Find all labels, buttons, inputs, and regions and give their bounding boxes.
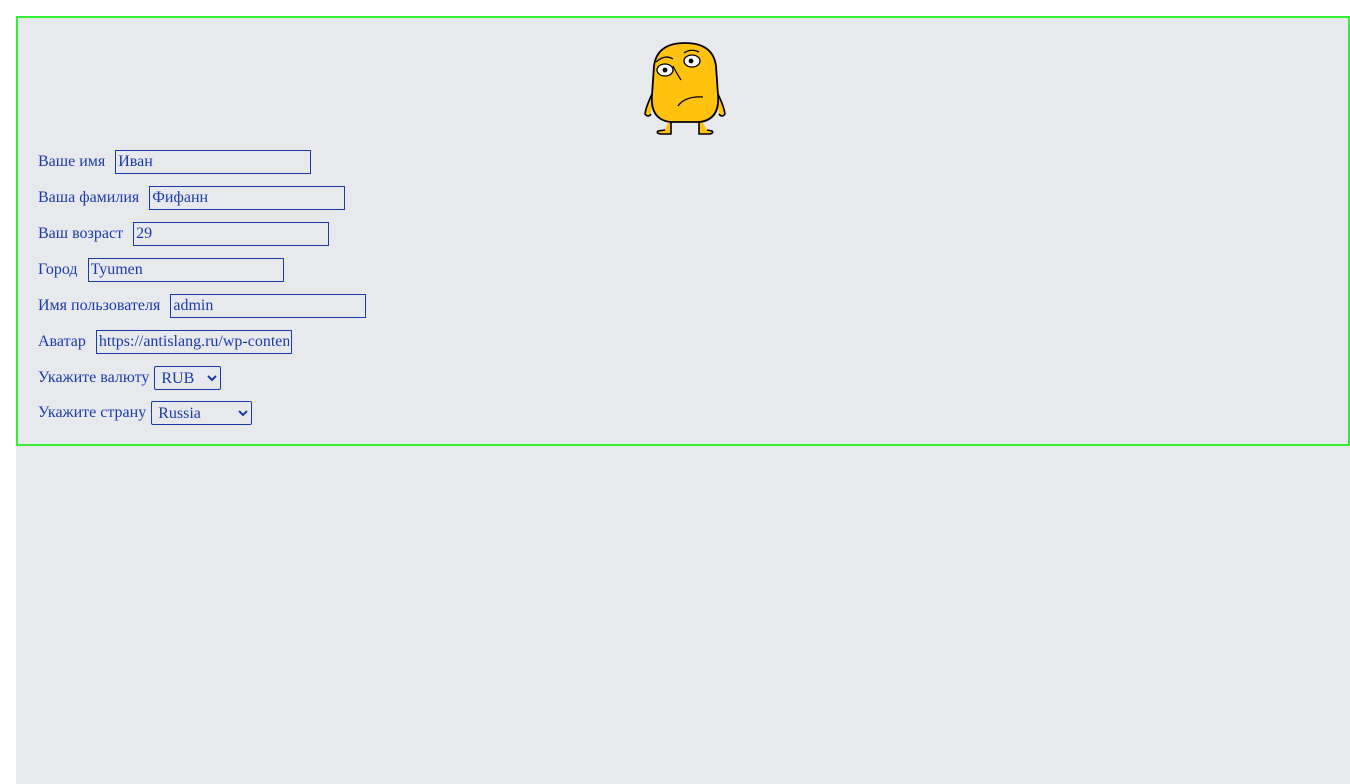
age-row: Ваш возраст bbox=[38, 222, 330, 246]
country-select[interactable]: Russia bbox=[151, 401, 253, 425]
city-input[interactable] bbox=[87, 258, 284, 282]
city-row: Город bbox=[38, 258, 284, 282]
username-label: Имя пользователя bbox=[38, 297, 161, 314]
currency-row: Укажите валюту RUB bbox=[38, 366, 222, 390]
age-label: Ваш возраст bbox=[38, 225, 124, 242]
worried-yellow-character-icon bbox=[644, 42, 726, 135]
avatar-url-input[interactable] bbox=[95, 330, 292, 354]
avatar-url-label: Аватар bbox=[38, 333, 86, 350]
age-input[interactable] bbox=[133, 222, 330, 246]
country-row: Укажите страну Russia bbox=[38, 401, 253, 425]
profile-form-card: Ваше имя Ваша фамилия Ваш возраст Город … bbox=[16, 16, 1350, 446]
username-input[interactable] bbox=[170, 294, 367, 318]
currency-select[interactable]: RUB bbox=[154, 366, 222, 390]
avatar-url-row: Аватар bbox=[38, 330, 292, 354]
city-label: Город bbox=[38, 261, 78, 278]
last-name-row: Ваша фамилия bbox=[38, 186, 346, 210]
currency-label: Укажите валюту bbox=[38, 369, 150, 386]
first-name-input[interactable] bbox=[115, 150, 312, 174]
first-name-row: Ваше имя bbox=[38, 150, 312, 174]
username-row: Имя пользователя bbox=[38, 294, 367, 318]
last-name-label: Ваша фамилия bbox=[38, 189, 140, 206]
avatar-image bbox=[641, 40, 729, 138]
last-name-input[interactable] bbox=[149, 186, 346, 210]
first-name-label: Ваше имя bbox=[38, 153, 106, 170]
country-label: Укажите страну bbox=[38, 404, 147, 421]
